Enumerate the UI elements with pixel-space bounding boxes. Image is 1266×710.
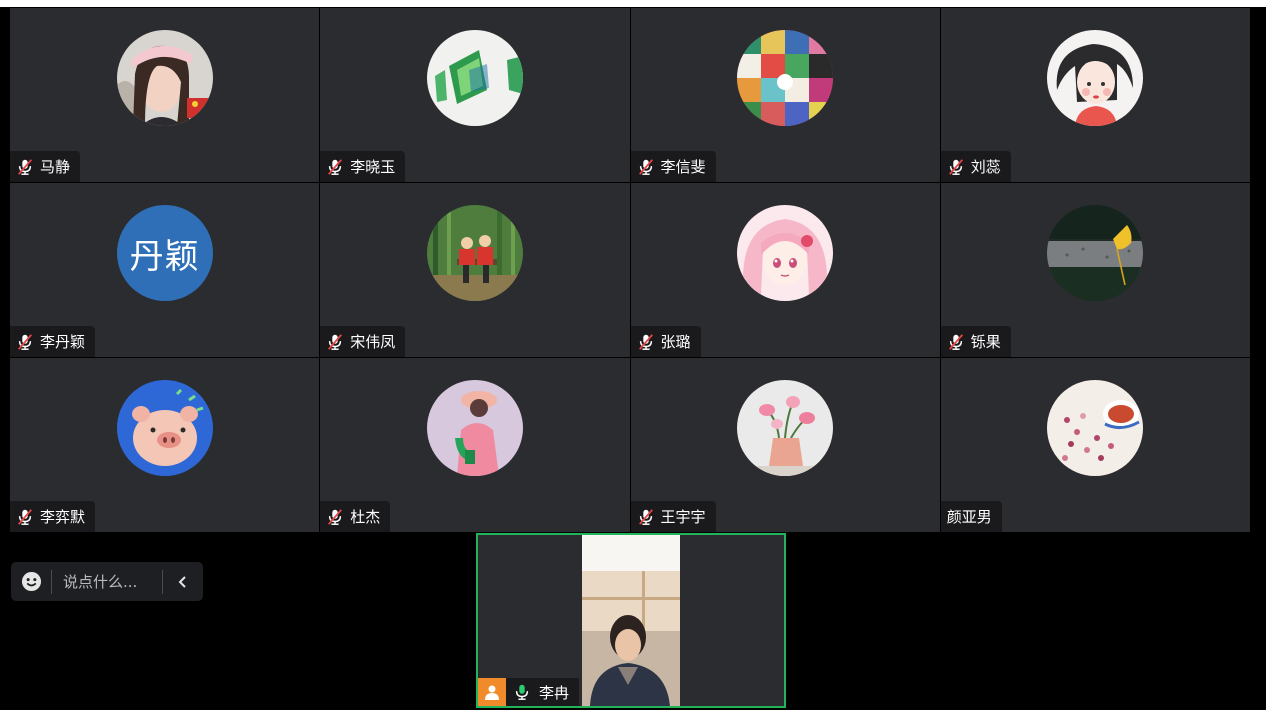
participant-name: 张璐 <box>660 333 691 351</box>
participant-nametag: 李信斐 <box>630 151 716 182</box>
avatar <box>737 30 834 126</box>
participant-name: 颜亚男 <box>946 508 992 526</box>
participant-tile[interactable]: 铄果 <box>940 183 1250 357</box>
participant-name: 李晓玉 <box>350 158 396 176</box>
participant-nametag: 张璐 <box>630 326 701 357</box>
participant-name: 宋伟凤 <box>350 333 396 351</box>
avatar <box>426 30 523 126</box>
avatar <box>426 205 523 301</box>
self-nametag: 李冉 <box>478 678 580 706</box>
mic-off-icon <box>326 333 344 351</box>
mic-off-icon <box>326 158 344 176</box>
chat-input-bar: 说点什么... <box>11 562 203 601</box>
self-name: 李冉 <box>539 683 570 702</box>
mic-on-icon <box>513 683 531 701</box>
participant-name: 铄果 <box>970 333 1001 351</box>
participant-tile[interactable]: 宋伟凤 <box>320 183 630 357</box>
participant-nametag: 李丹颖 <box>10 326 96 357</box>
avatar <box>116 380 213 476</box>
participant-nametag: 马静 <box>10 151 81 182</box>
mic-off-icon <box>637 508 655 526</box>
participant-name: 刘蕊 <box>970 158 1001 176</box>
avatar <box>737 205 834 301</box>
mic-off-icon <box>326 508 344 526</box>
participant-tile[interactable]: 马静 <box>10 8 320 182</box>
participant-name: 李弈默 <box>40 508 86 526</box>
self-camera-feed <box>582 535 680 706</box>
participant-nametag: 李晓玉 <box>320 151 406 182</box>
avatar: 丹颖 <box>116 205 213 301</box>
mic-off-icon <box>637 333 655 351</box>
participant-tile[interactable]: 李弈默 <box>10 358 320 532</box>
participant-nametag: 宋伟凤 <box>320 326 406 357</box>
participant-tile[interactable]: 杜杰 <box>320 358 630 532</box>
participant-name: 杜杰 <box>350 508 381 526</box>
participant-tile[interactable]: 王宇宇 <box>630 358 940 532</box>
participant-name: 王宇宇 <box>660 508 706 526</box>
participant-name: 李信斐 <box>660 158 706 176</box>
avatar <box>116 30 213 126</box>
participant-nametag: 杜杰 <box>320 501 391 532</box>
participant-nametag: 王宇宇 <box>630 501 716 532</box>
self-video-tile[interactable]: 李冉 <box>476 533 786 708</box>
participant-nametag: 刘蕊 <box>940 151 1011 182</box>
participant-tile[interactable]: 张璐 <box>630 183 940 357</box>
participant-nametag: 李弈默 <box>10 501 96 532</box>
collapse-chevron-icon[interactable] <box>163 562 203 601</box>
avatar <box>1047 30 1144 126</box>
participant-tile[interactable]: 颜亚男 <box>940 358 1250 532</box>
participant-nametag: 铄果 <box>940 326 1011 357</box>
avatar <box>737 380 834 476</box>
host-person-icon <box>478 678 506 706</box>
participant-name: 马静 <box>40 158 71 176</box>
emoji-icon[interactable] <box>11 562 51 601</box>
participant-tile[interactable]: 丹颖 李丹颖 <box>10 183 320 357</box>
participant-tile[interactable]: 刘蕊 <box>940 8 1250 182</box>
avatar <box>426 380 523 476</box>
avatar-initials: 丹颖 <box>129 236 200 277</box>
participant-tile[interactable]: 李信斐 <box>630 8 940 182</box>
participant-nametag: 颜亚男 <box>940 501 1002 532</box>
top-bar <box>0 0 1266 7</box>
chat-input[interactable]: 说点什么... <box>52 571 162 592</box>
participant-name: 李丹颖 <box>40 333 86 351</box>
participant-grid: 马静 李晓玉 李信斐 刘蕊 丹颖 李丹颖 宋伟凤 张璐 铄果 李弈默 杜杰 王宇… <box>10 8 1250 532</box>
mic-off-icon <box>16 333 34 351</box>
mic-off-icon <box>947 158 965 176</box>
avatar <box>1047 380 1144 476</box>
participant-tile[interactable]: 李晓玉 <box>320 8 630 182</box>
mic-off-icon <box>637 158 655 176</box>
mic-off-icon <box>16 508 34 526</box>
mic-off-icon <box>947 333 965 351</box>
mic-off-icon <box>16 158 34 176</box>
avatar <box>1047 205 1144 301</box>
